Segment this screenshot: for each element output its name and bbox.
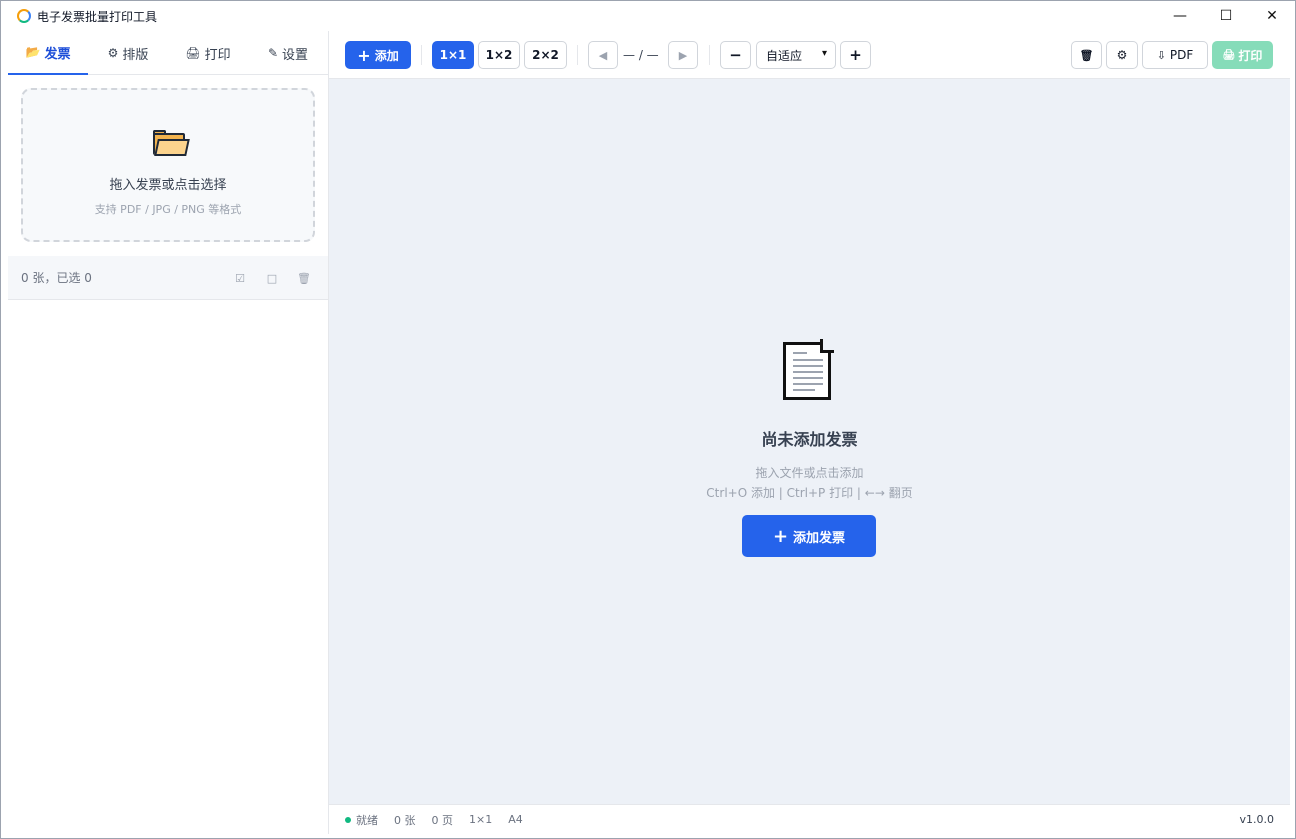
export-pdf-button[interactable]: ⇩ PDF	[1142, 41, 1208, 69]
maximize-button[interactable]: ☐	[1203, 1, 1249, 31]
status-pages: 0 页	[431, 813, 454, 827]
gear-icon: ⚙	[1116, 48, 1128, 62]
print-label: 打印	[1238, 48, 1263, 63]
toolbar-divider	[709, 45, 710, 65]
tab-invoices[interactable]: 📂 发票	[8, 31, 88, 75]
pdf-label: PDF	[1169, 48, 1194, 62]
zoom-value: 自适应	[766, 48, 803, 63]
zoom-select[interactable]: 自适应 ▾	[756, 41, 836, 69]
pencil-icon: ✎	[267, 46, 279, 60]
trash-icon: 🗑	[1079, 48, 1094, 62]
toolbar-divider	[421, 45, 422, 65]
layout-1x1-button[interactable]: 1×1	[432, 41, 474, 69]
sidebar: 📂 发票 ⚙ 排版 🖨 打印 ✎ 设置 拖入发票或点击选择 支持 PDF / J…	[8, 31, 329, 834]
chevron-down-icon: ▾	[821, 48, 827, 59]
print-button[interactable]: 🖨 打印	[1212, 41, 1273, 69]
tab-print-label: 打印	[204, 47, 231, 63]
app-logo-icon	[17, 9, 31, 23]
next-page-button[interactable]: ▶	[668, 41, 698, 69]
open-folder-icon	[153, 130, 190, 156]
delete-selected-icon[interactable]: 🗑	[294, 268, 314, 288]
prev-page-button[interactable]: ◀	[588, 41, 618, 69]
tab-print[interactable]: 🖨 打印	[168, 31, 248, 75]
settings-button[interactable]: ⚙	[1106, 41, 1138, 69]
invoice-list-header: 0 张，已选 0 ☑ □ 🗑	[8, 256, 328, 300]
zoom-in-button[interactable]: +	[840, 41, 871, 69]
app-window: 电子发票批量打印工具 — ☐ ✕ 📂 发票 ⚙ 排版 🖨 打印 ✎ 设置 拖入发…	[0, 0, 1296, 839]
gear-icon: ⚙	[107, 46, 119, 60]
tab-settings-label: 设置	[282, 47, 309, 63]
status-count: 0 张	[394, 813, 416, 827]
select-all-icon[interactable]: ☑	[230, 268, 250, 288]
printer-icon: 🖨	[185, 46, 201, 60]
status-indicator-icon	[345, 816, 351, 823]
empty-state-title: 尚未添加发票	[761, 430, 858, 449]
tab-invoices-label: 发票	[44, 46, 71, 62]
document-icon	[783, 339, 834, 400]
status-state: 就绪	[356, 813, 378, 827]
page-indicator: — / —	[623, 48, 659, 62]
plus-icon: +	[357, 45, 371, 65]
clear-all-button[interactable]: 🗑	[1071, 41, 1102, 69]
window-title: 电子发票批量打印工具	[37, 9, 158, 24]
tab-layout-label: 排版	[122, 47, 149, 63]
empty-state-hint: 拖入文件或点击添加	[755, 466, 864, 480]
status-bar: 就绪 0 张 0 页 1×1 A4 v1.0.0	[329, 804, 1290, 834]
status-layout: 1×1	[469, 813, 493, 826]
download-icon: ⇩	[1156, 48, 1166, 62]
close-button[interactable]: ✕	[1249, 1, 1295, 31]
preview-area: 尚未添加发票 拖入文件或点击添加 Ctrl+O 添加 | Ctrl+P 打印 |…	[329, 79, 1290, 804]
selection-count: 0 张，已选 0	[21, 271, 92, 285]
minimize-button[interactable]: —	[1157, 1, 1203, 31]
title-bar: 电子发票批量打印工具 — ☐ ✕	[1, 1, 1295, 31]
dropzone-title: 拖入发票或点击选择	[109, 178, 227, 193]
add-button[interactable]: + 添加	[345, 41, 411, 69]
tab-layout[interactable]: ⚙ 排版	[88, 31, 168, 75]
tab-settings[interactable]: ✎ 设置	[248, 31, 328, 75]
shortcut-hint: Ctrl+O 添加 | Ctrl+P 打印 | ←→ 翻页	[706, 486, 913, 500]
printer-icon: 🖨	[1222, 49, 1236, 61]
folder-icon: 📂	[25, 45, 41, 59]
app-version: v1.0.0	[1239, 813, 1275, 826]
deselect-icon[interactable]: □	[262, 268, 282, 288]
window-controls: — ☐ ✕	[1157, 1, 1295, 31]
list-actions: ☑ □ 🗑	[230, 268, 314, 288]
zoom-out-button[interactable]: −	[720, 41, 751, 69]
layout-2x2-button[interactable]: 2×2	[524, 41, 567, 69]
plus-icon: +	[772, 525, 789, 547]
add-invoice-label: 添加发票	[793, 530, 846, 546]
toolbar-divider	[577, 45, 578, 65]
sidebar-tabs: 📂 发票 ⚙ 排版 🖨 打印 ✎ 设置	[8, 31, 328, 75]
toolbar: + 添加 1×1 1×2 2×2 ◀ — / — ▶ − 自适应 ▾ + 🗑 ⚙…	[329, 31, 1290, 79]
status-paper: A4	[508, 813, 523, 826]
add-invoice-button[interactable]: + 添加发票	[742, 515, 876, 557]
add-button-label: 添加	[374, 48, 399, 63]
file-dropzone[interactable]: 拖入发票或点击选择 支持 PDF / JPG / PNG 等格式	[21, 88, 315, 242]
dropzone-subtitle: 支持 PDF / JPG / PNG 等格式	[94, 203, 242, 216]
layout-1x2-button[interactable]: 1×2	[478, 41, 520, 69]
